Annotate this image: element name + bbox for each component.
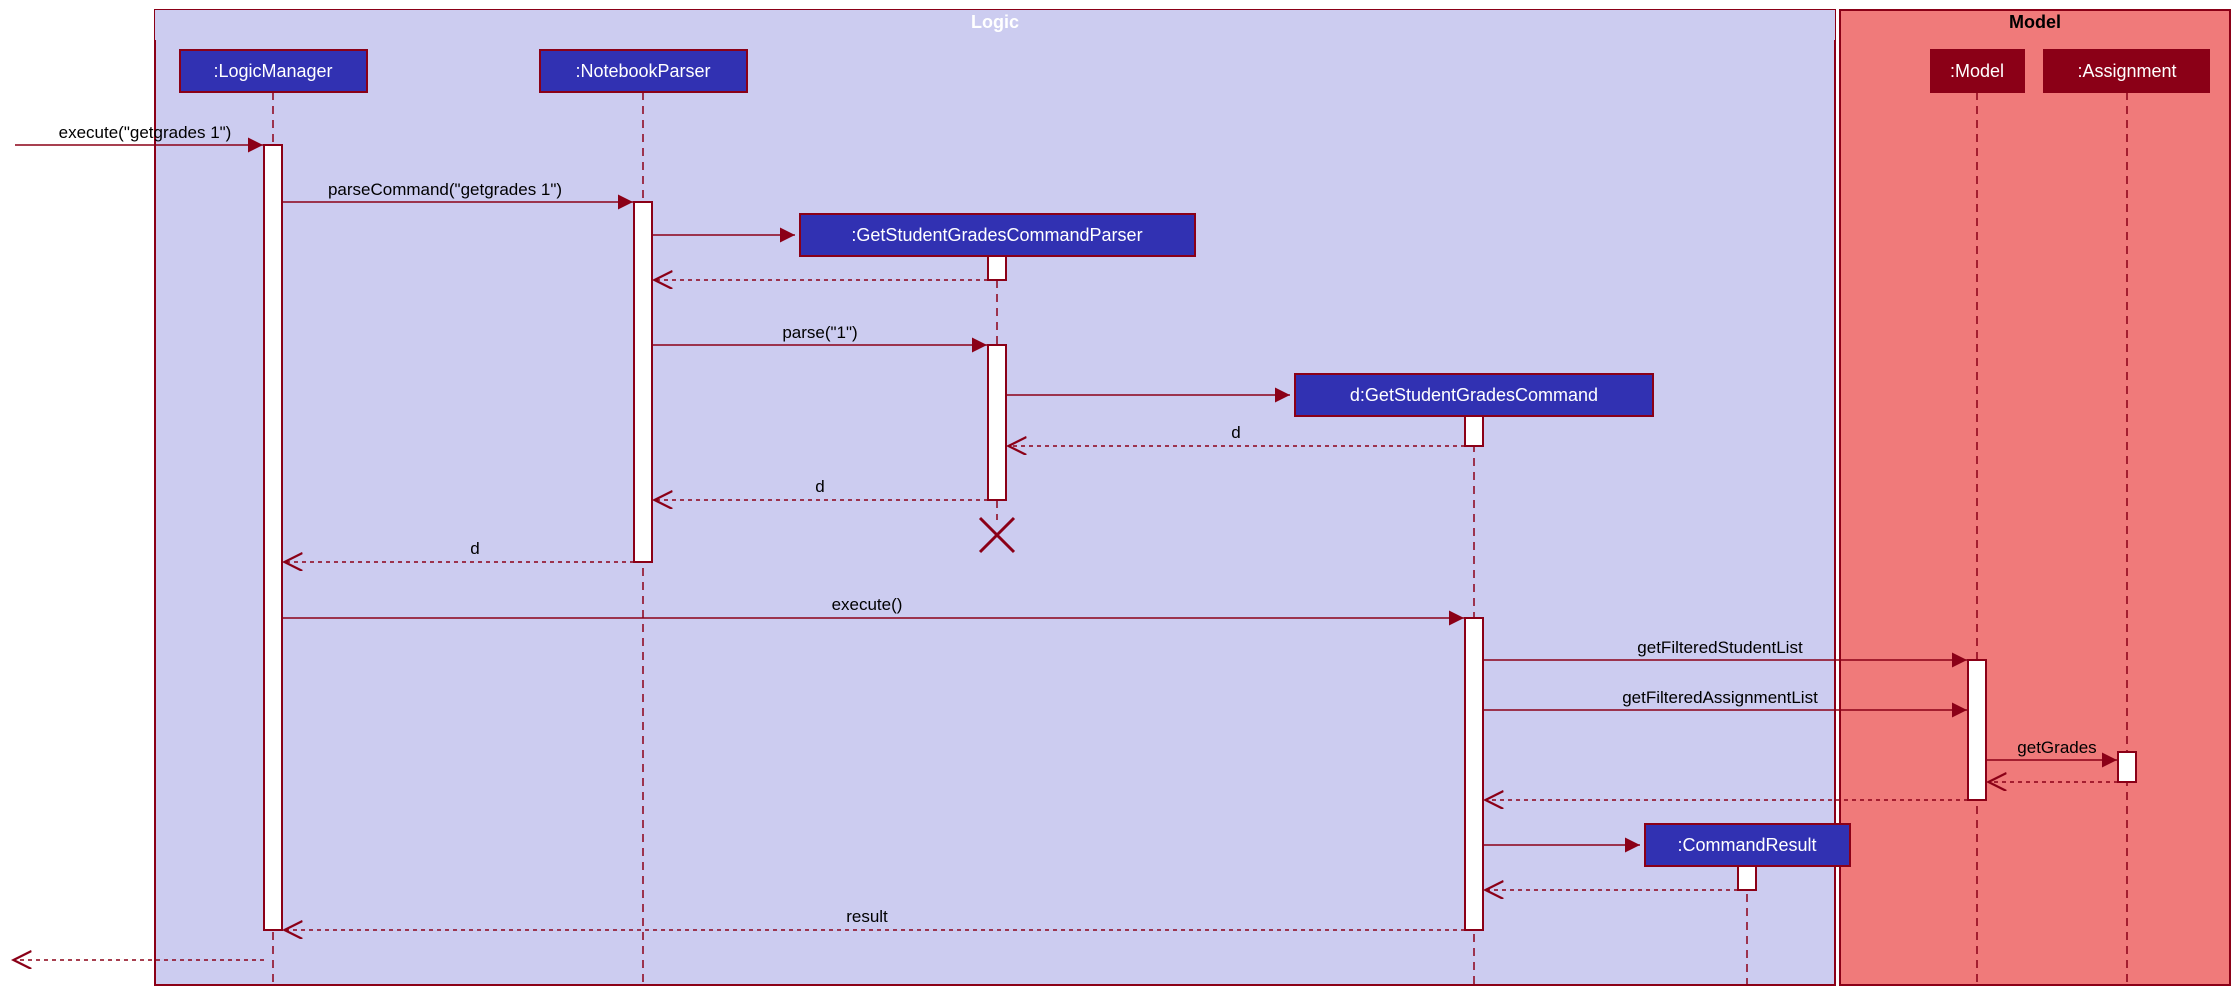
assignment-activation — [2118, 752, 2136, 782]
execute-label: execute() — [832, 595, 903, 614]
grades-command-activation1 — [1465, 618, 1483, 930]
d3-label: d — [470, 539, 479, 558]
grades-command-activation0 — [1465, 416, 1483, 446]
model-frame-title: Model — [2009, 12, 2061, 32]
sequence-diagram: Logic Model :LogicManager :NotebookParse… — [0, 0, 2235, 990]
d1-label: d — [1231, 423, 1240, 442]
execute-in-label: execute("getgrades 1") — [59, 123, 232, 142]
command-result-label: :CommandResult — [1677, 835, 1816, 855]
parse-command-label: parseCommand("getgrades 1") — [328, 180, 562, 199]
grades-parser-activation1 — [988, 345, 1006, 500]
logic-manager-activation — [264, 145, 282, 930]
grades-parser-label: :GetStudentGradesCommandParser — [851, 225, 1142, 245]
grades-parser-activation0 — [988, 256, 1006, 280]
assignment-label: :Assignment — [2077, 61, 2176, 81]
get-students-label: getFilteredStudentList — [1637, 638, 1803, 657]
model-label: :Model — [1950, 61, 2004, 81]
model-activation — [1968, 660, 1986, 800]
result-label: result — [846, 907, 888, 926]
d2-label: d — [815, 477, 824, 496]
logic-frame-title: Logic — [971, 12, 1019, 32]
model-frame — [1840, 10, 2230, 985]
grades-command-label: d:GetStudentGradesCommand — [1350, 385, 1598, 405]
logic-manager-label: :LogicManager — [213, 61, 332, 81]
parse-label: parse("1") — [782, 323, 857, 342]
get-grades-label: getGrades — [2017, 738, 2096, 757]
command-result-activation — [1738, 866, 1756, 890]
notebook-parser-activation — [634, 202, 652, 562]
notebook-parser-label: :NotebookParser — [575, 61, 710, 81]
get-assignments-label: getFilteredAssignmentList — [1622, 688, 1818, 707]
